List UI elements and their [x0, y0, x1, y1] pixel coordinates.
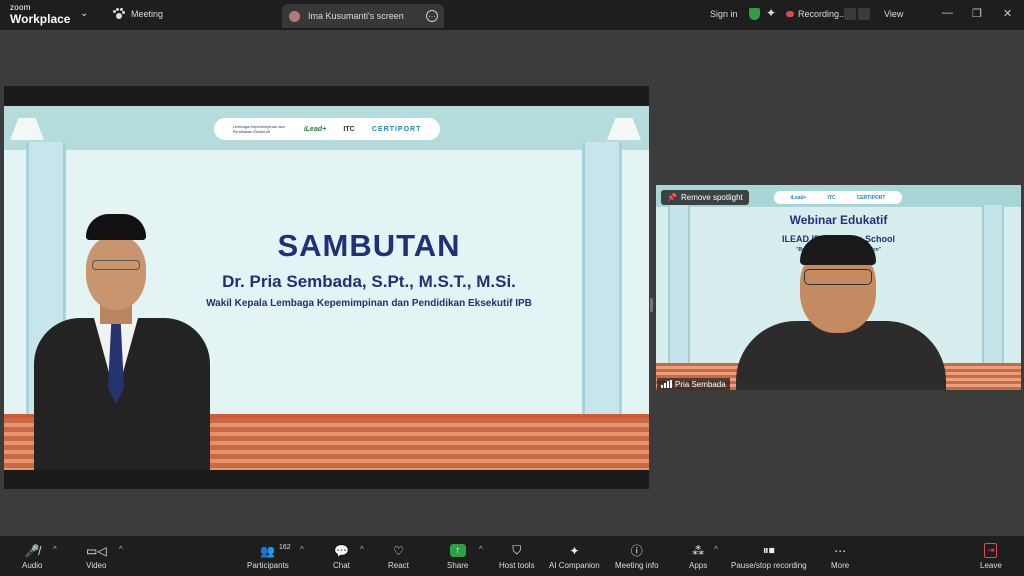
ai-companion-button[interactable]: ✦ AI Companion — [549, 542, 600, 571]
apps-grid-icon: ⁂ — [692, 543, 705, 558]
stop-recording-icon[interactable] — [858, 8, 870, 20]
chat-button[interactable]: 💬 Chat — [333, 542, 350, 571]
apps-button[interactable]: ⁂ Apps — [689, 542, 707, 571]
brand-top: zoom — [10, 3, 31, 12]
video-button[interactable]: ▭◁ Video — [86, 542, 107, 571]
speaker-name: Dr. Pria Sembada, S.Pt., M.S.T., M.Si. — [222, 272, 516, 291]
share-options-caret[interactable]: ^ — [479, 545, 483, 554]
share-button[interactable]: ↑ Share — [447, 542, 468, 570]
apps-options-caret[interactable]: ^ — [714, 545, 718, 554]
signal-strength-icon — [661, 380, 672, 388]
share-screen-icon: ↑ — [449, 544, 466, 557]
brand-bottom: Workplace — [10, 12, 71, 26]
minimize-icon[interactable]: — — [942, 7, 953, 19]
view-button[interactable]: View — [884, 9, 903, 19]
pause-recording-icon[interactable] — [844, 8, 856, 20]
chat-options-caret[interactable]: ^ — [360, 545, 364, 554]
participant-name-tag: Pria Sembada — [657, 378, 730, 390]
participants-count: 162 — [279, 544, 291, 551]
audio-options-caret[interactable]: ^ — [53, 545, 57, 554]
heart-icon: ♡ — [393, 543, 404, 558]
itc-logo-text: ITC — [343, 125, 355, 133]
react-button[interactable]: ♡ React — [388, 542, 409, 571]
sparkle-icon: ✦ — [569, 543, 580, 558]
more-dots-icon: ⋯ — [834, 543, 847, 558]
shield-icon: ⛉ — [512, 543, 522, 557]
remove-spotlight-label: Remove spotlight — [680, 193, 743, 202]
title-bar: zoom Workplace ⌄ Meeting Ima Kusumanti's… — [0, 0, 1024, 30]
slide-title: SAMBUTAN — [277, 228, 461, 263]
shared-screen[interactable]: Lembaga Kepemimpinan dan Pendidikan Ekse… — [4, 86, 649, 489]
restore-icon[interactable]: ❐ — [972, 7, 982, 20]
tile-logos: iLead+ ITC CERTIPORT — [774, 191, 902, 204]
audio-button[interactable]: 🎤̸ Audio — [22, 542, 42, 571]
avatar — [289, 10, 300, 22]
cloud-record-icon — [786, 11, 794, 17]
zoom-workplace-logo[interactable]: zoom Workplace — [10, 3, 71, 26]
host-tools-button[interactable]: ⛉ Host tools — [499, 542, 535, 570]
participant-name: Pria Sembada — [675, 379, 726, 389]
lpe-logo-text: Lembaga Kepemimpinan dan Pendidikan Ekse… — [232, 124, 285, 134]
presentation-slide: Lembaga Kepemimpinan dan Pendidikan Ekse… — [4, 106, 649, 470]
chevron-down-icon[interactable]: ⌄ — [80, 8, 88, 19]
recording-indicator[interactable]: Recording... — [786, 9, 847, 19]
muted-microphone-icon: 🎤̸ — [24, 543, 40, 558]
paw-icon — [113, 8, 125, 20]
meeting-tab[interactable]: Meeting — [113, 8, 163, 20]
tab-label: Ima Kusumanti's screen — [308, 11, 404, 21]
pause-stop-icon: ⏸⏹ — [762, 543, 775, 557]
security-shield-icon[interactable] — [749, 8, 760, 20]
participant-camera-feed — [736, 235, 946, 390]
ilead-logo-text: iLead+ — [303, 125, 327, 133]
video-camera-icon: ▭◁ — [86, 543, 107, 558]
meeting-toolbar: 🎤̸ Audio ^ ▭◁ Video ^ 👥 Participants 162… — [0, 536, 1024, 576]
speaker-role: Wakil Kepala Lembaga Kepemimpinan dan Pe… — [206, 298, 532, 309]
sign-in-button[interactable]: Sign in — [710, 9, 738, 19]
participants-icon: 👥 — [260, 543, 276, 558]
participant-video-tile[interactable]: iLead+ ITC CERTIPORT Webinar Edukatif IL… — [656, 185, 1021, 390]
meeting-info-button[interactable]: ⓘ Meeting info — [615, 542, 659, 570]
close-icon[interactable]: ✕ — [1003, 7, 1012, 20]
background-title: Webinar Edukatif — [789, 213, 888, 227]
chat-bubble-icon: 💬 — [333, 543, 349, 558]
more-options-icon[interactable]: … — [426, 10, 438, 22]
ai-sparkle-icon[interactable]: ✦ — [766, 6, 776, 20]
info-icon: ⓘ — [630, 544, 643, 558]
remove-spotlight-button[interactable]: 📌 Remove spotlight — [661, 190, 749, 205]
pause-stop-recording-button[interactable]: ⏸⏹ Pause/stop recording — [731, 542, 807, 570]
video-options-caret[interactable]: ^ — [119, 545, 123, 554]
certiport-logo-text: CERTIPORT — [371, 125, 422, 133]
leave-button[interactable]: ⇥ Leave — [980, 542, 1002, 570]
screen-share-tab[interactable]: Ima Kusumanti's screen … — [282, 4, 444, 28]
meeting-label: Meeting — [131, 9, 164, 19]
pin-icon: 📌 — [667, 193, 677, 202]
leave-door-icon: ⇥ — [984, 543, 998, 558]
recording-label: Recording... — [798, 9, 847, 19]
resize-handle[interactable] — [650, 298, 653, 312]
more-button[interactable]: ⋯ More — [831, 542, 849, 571]
partner-logos: Lembaga Kepemimpinan dan Pendidikan Ekse… — [214, 118, 440, 140]
participants-options-caret[interactable]: ^ — [300, 545, 304, 554]
